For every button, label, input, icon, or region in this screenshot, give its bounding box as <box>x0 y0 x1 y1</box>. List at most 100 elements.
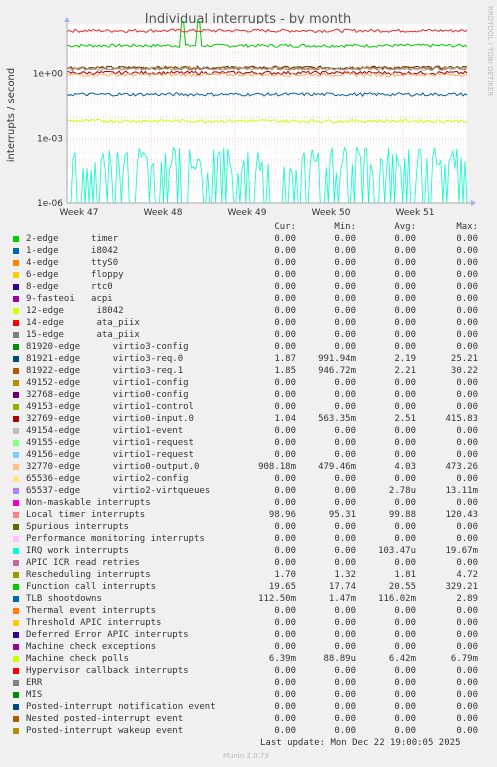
legend-cur: 0.00 <box>274 474 296 484</box>
legend-label: Machine check polls <box>26 654 129 664</box>
legend-label: Posted-interrupt notification event <box>26 702 216 712</box>
legend-swatch <box>13 620 19 626</box>
legend-cur: 0.00 <box>274 546 296 556</box>
legend-min: 0.00 <box>334 726 356 736</box>
legend-row: 15-edge ata_piix 0.00 0.00 0.00 0.00 <box>13 329 493 341</box>
x-tick-label: Week 47 <box>60 208 99 218</box>
legend-label: 32770-edge virtio0-output.0 <box>26 462 200 472</box>
legend-max: 0.00 <box>456 294 478 304</box>
legend-max: 0.00 <box>456 342 478 352</box>
legend-swatch <box>13 248 19 254</box>
x-tick-label: Week 51 <box>396 208 435 218</box>
legend-row: 9-fasteoi acpi 0.00 0.00 0.00 0.00 <box>13 293 493 305</box>
legend-cur: 98.96 <box>268 510 296 520</box>
legend-swatch <box>13 284 19 290</box>
legend-row: 14-edge ata_piix 0.00 0.00 0.00 0.00 <box>13 317 493 329</box>
legend-avg: 0.00 <box>394 702 416 712</box>
legend-avg: 103.47u <box>378 546 416 556</box>
legend-max: 30.22 <box>450 366 478 376</box>
legend-row: Machine check polls 6.39m 88.89u 6.42m 6.79m <box>13 653 493 665</box>
legend-avg: 2.51 <box>394 414 416 424</box>
legend-avg: 1.81 <box>394 570 416 580</box>
legend-label: Hypervisor callback interrupts <box>26 666 189 676</box>
legend-cur: 0.00 <box>274 714 296 724</box>
legend-max: 2.89 <box>456 594 478 604</box>
legend-cur: 0.00 <box>274 270 296 280</box>
legend-row: Performance monitoring interrupts 0.00 0.0… <box>13 533 493 545</box>
legend-min: 1.32 <box>334 570 356 580</box>
legend-max: 0.00 <box>456 522 478 532</box>
legend-label: 49152-edge virtio1-config <box>26 378 189 388</box>
legend-swatch <box>13 500 19 506</box>
legend-row: Deferred Error APIC interrupts 0.00 0.00 0.… <box>13 629 493 641</box>
legend-label: ERR <box>26 678 43 688</box>
legend-cur: 0.00 <box>274 642 296 652</box>
legend-min: 0.00 <box>334 702 356 712</box>
legend-max: 6.79m <box>450 654 478 664</box>
legend-min: 0.00 <box>334 534 356 544</box>
legend-row: 8-edge rtc0 0.00 0.00 0.00 0.00 <box>13 281 493 293</box>
legend-min: 0.00 <box>334 606 356 616</box>
legend-max: 0.00 <box>456 606 478 616</box>
legend-row: 49155-edge virtio1-request 0.00 0.00 0.00 0.… <box>13 437 493 449</box>
legend-cur: 0.00 <box>274 294 296 304</box>
legend-swatch <box>13 464 19 470</box>
legend-avg: 0.00 <box>394 282 416 292</box>
legend-max: 0.00 <box>456 438 478 448</box>
legend-avg: 6.42m <box>388 654 416 664</box>
legend-row: 65537-edge virtio2-virtqueues 0.00 0.00 2.7… <box>13 485 493 497</box>
legend-swatch <box>13 728 19 734</box>
legend-cur: 0.00 <box>274 534 296 544</box>
legend-max: 0.00 <box>456 702 478 712</box>
legend-cur: 1.87 <box>274 354 296 364</box>
legend-label: Non-maskable interrupts <box>26 498 151 508</box>
rrdtool-credit: RRDTOOL / TOBI OETIKER <box>486 6 494 96</box>
legend-label: 4-edge ttyS0 <box>26 258 119 268</box>
legend-swatch <box>13 476 19 482</box>
legend-row: Posted-interrupt wakeup event 0.00 0.00 0.0… <box>13 725 493 737</box>
legend-swatch <box>13 440 19 446</box>
legend-min: 0.00 <box>334 234 356 244</box>
legend-cur: 0.00 <box>274 690 296 700</box>
legend-row: APIC ICR read retries 0.00 0.00 0.00 0.00 <box>13 557 493 569</box>
x-tick-label: Week 49 <box>228 208 267 218</box>
legend-swatch <box>13 608 19 614</box>
legend-swatch <box>13 416 19 422</box>
legend-label: 6-edge floppy <box>26 270 124 280</box>
legend-swatch <box>13 512 19 518</box>
legend-avg: 0.00 <box>394 726 416 736</box>
legend-swatch <box>13 260 19 266</box>
legend-max: 0.00 <box>456 318 478 328</box>
legend-cur: 0.00 <box>274 450 296 460</box>
legend-min: 0.00 <box>334 474 356 484</box>
legend-row: 81920-edge virtio3-config 0.00 0.00 0.00 0.0… <box>13 341 493 353</box>
legend-label: Rescheduling interrupts <box>26 570 151 580</box>
legend-swatch <box>13 452 19 458</box>
legend-avg: 0.00 <box>394 678 416 688</box>
legend-min: 0.00 <box>334 282 356 292</box>
legend-cur: 0.00 <box>274 390 296 400</box>
legend-cur: 0.00 <box>274 330 296 340</box>
legend-cur: 0.00 <box>274 282 296 292</box>
legend-label: 32769-edge virtio0-input.0 <box>26 414 194 424</box>
legend-row: 32770-edge virtio0-output.0 908.18m 479.46… <box>13 461 493 473</box>
legend-swatch <box>13 236 19 242</box>
legend-min: 946.72m <box>318 366 356 376</box>
legend-cur: 19.65 <box>268 582 296 592</box>
legend-swatch <box>13 668 19 674</box>
legend-cur: 0.00 <box>274 306 296 316</box>
legend-avg: 0.00 <box>394 294 416 304</box>
legend-swatch <box>13 632 19 638</box>
legend-cur: 6.39m <box>268 654 296 664</box>
legend-avg: 0.00 <box>394 378 416 388</box>
y-tick-label: 1e-06 <box>37 199 63 209</box>
legend-cur: 0.00 <box>274 498 296 508</box>
legend-cur: 908.18m <box>258 462 296 472</box>
legend-avg: 0.00 <box>394 642 416 652</box>
legend-cur: 0.00 <box>274 426 296 436</box>
y-tick-label: 1e+00 <box>33 70 64 80</box>
legend-label: IRQ work interrupts <box>26 546 129 556</box>
legend-row: Spurious interrupts 0.00 0.00 0.00 0.00 <box>13 521 493 533</box>
legend-row: Thermal event interrupts 0.00 0.00 0.00 0.00 <box>13 605 493 617</box>
legend-max: 4.72 <box>456 570 478 580</box>
